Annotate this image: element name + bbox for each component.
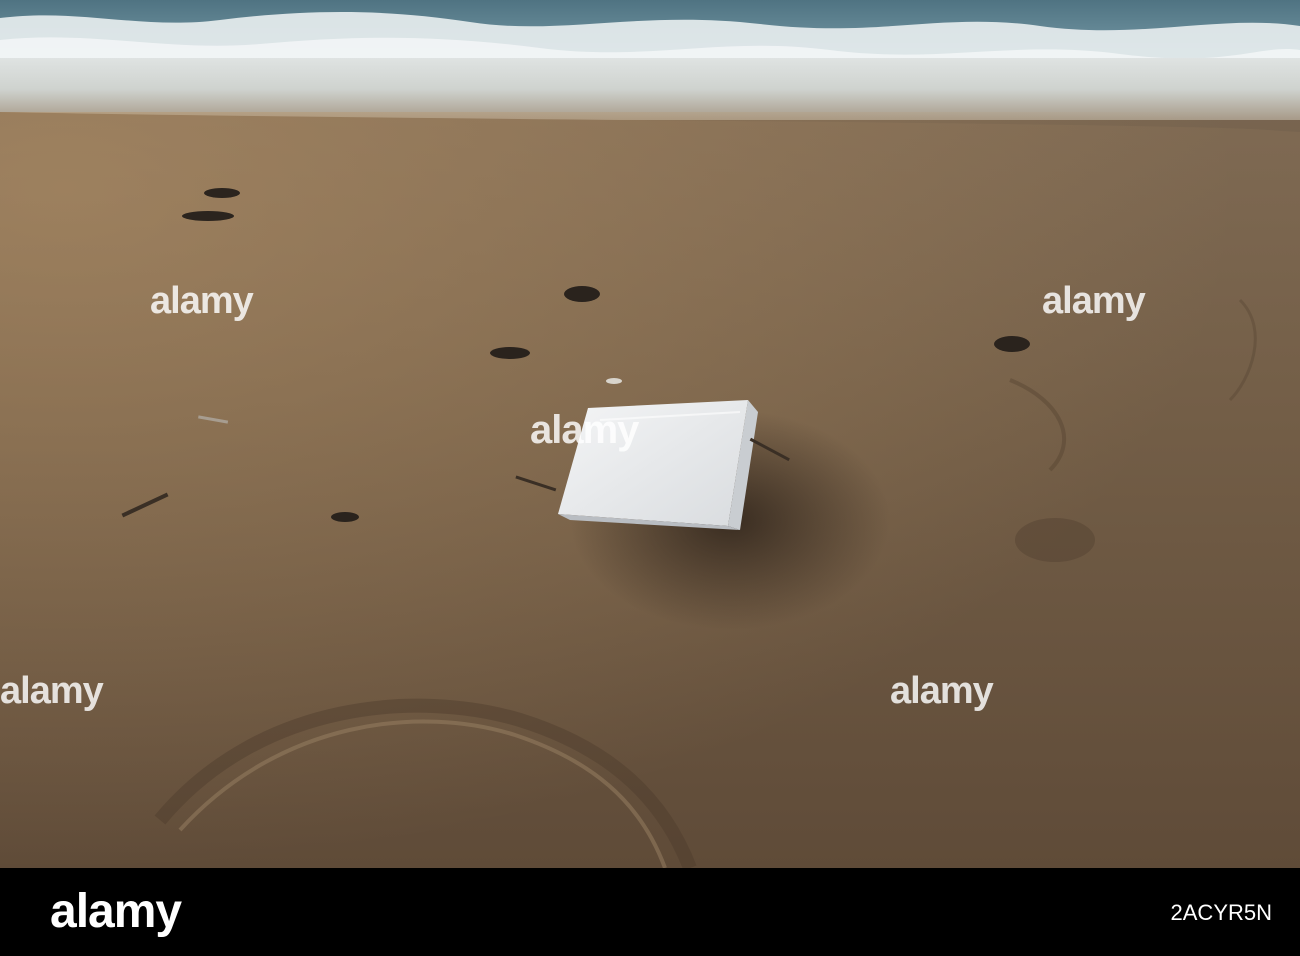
- pebble: [994, 336, 1030, 352]
- footer-bar: alamy 2ACYR5N: [0, 868, 1300, 956]
- pebble: [490, 347, 530, 359]
- shell-fragment: [606, 378, 622, 384]
- image-id: 2ACYR5N: [1170, 900, 1272, 925]
- beach-photo: alamy alamy alamy alamy alamy: [0, 0, 1300, 868]
- wet-sand: [0, 58, 1300, 120]
- foam-block: [558, 400, 758, 530]
- beach-scene: [0, 0, 1300, 868]
- sand-disturbance: [1015, 518, 1095, 562]
- pebble: [331, 512, 359, 522]
- alamy-logo: alamy: [50, 885, 182, 938]
- pebble: [182, 211, 234, 221]
- pebble: [564, 286, 600, 302]
- pebble: [204, 188, 240, 198]
